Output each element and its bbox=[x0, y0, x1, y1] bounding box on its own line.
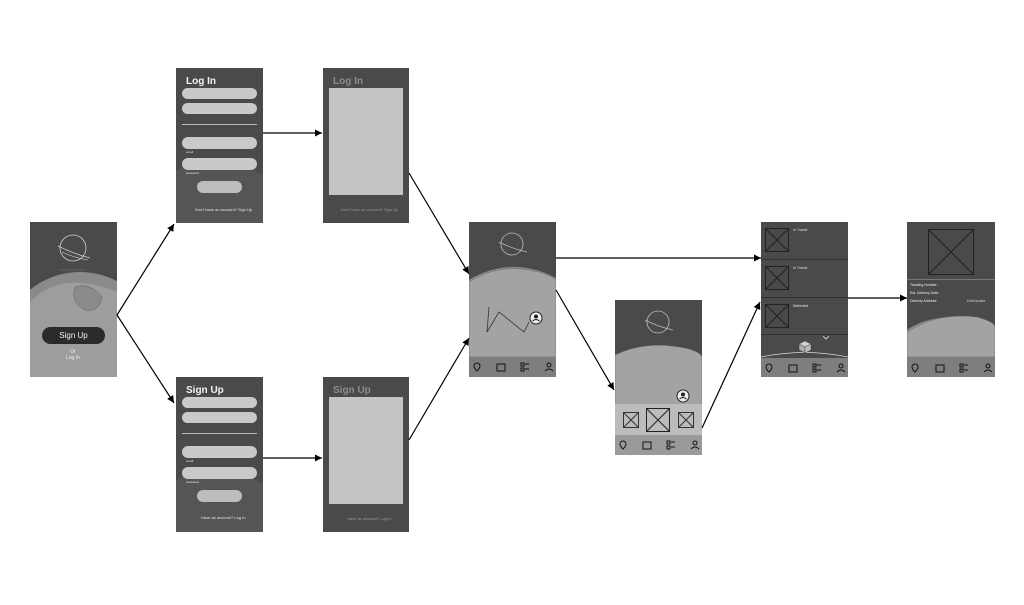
map-screen bbox=[469, 222, 556, 377]
page-title: Sign Up bbox=[333, 385, 371, 396]
package-icon[interactable] bbox=[496, 362, 506, 372]
profile-icon[interactable] bbox=[544, 362, 554, 372]
order-detail-screen: Tracking Number: Est. Delivery Date: Del… bbox=[907, 222, 995, 377]
list-icon[interactable] bbox=[959, 363, 969, 373]
login-field-2[interactable] bbox=[182, 103, 257, 114]
footer-text[interactable]: Don't have an account? Sign Up bbox=[195, 207, 252, 212]
package-icon[interactable] bbox=[642, 440, 652, 450]
profile-icon[interactable] bbox=[836, 363, 846, 373]
image-placeholder-icon bbox=[765, 266, 789, 290]
order-status: In Transit bbox=[793, 228, 808, 232]
password-label: password bbox=[186, 171, 199, 175]
profile-icon[interactable] bbox=[690, 440, 700, 450]
order-card[interactable]: In Transit bbox=[761, 222, 848, 260]
arrow-loginloading-to-map bbox=[408, 172, 470, 275]
arrow-map-to-selected bbox=[555, 289, 615, 391]
image-placeholder-icon[interactable] bbox=[646, 408, 670, 432]
form-divider bbox=[182, 433, 257, 434]
signup-submit-button[interactable] bbox=[197, 490, 242, 502]
signup-button-label: Sign Up bbox=[59, 331, 88, 340]
bottom-nav bbox=[469, 357, 556, 377]
image-placeholder-icon[interactable] bbox=[678, 412, 694, 428]
page-title: Sign Up bbox=[186, 385, 224, 396]
login-loading-screen: Log In Don't have an account? Sign Up bbox=[323, 68, 409, 223]
login-field-1[interactable] bbox=[182, 88, 257, 99]
page-title: Log In bbox=[333, 76, 363, 87]
user-location-icon[interactable] bbox=[529, 311, 543, 327]
page-title: Log In bbox=[186, 76, 216, 87]
signup-field-1[interactable] bbox=[182, 397, 257, 408]
footer-text: Don't have an account? Sign Up bbox=[341, 207, 399, 212]
form-divider bbox=[182, 124, 257, 125]
order-card[interactable]: In Transit bbox=[761, 260, 848, 298]
globe-map bbox=[469, 267, 556, 377]
arrow-selected-to-orders bbox=[701, 301, 761, 429]
loading-overlay bbox=[329, 397, 403, 504]
profile-icon[interactable] bbox=[983, 363, 993, 373]
login-screen: Log In email password Don't have an acco… bbox=[176, 68, 263, 223]
package-icon[interactable] bbox=[788, 363, 798, 373]
arrow-start-to-login bbox=[116, 223, 175, 316]
orders-screen: In Transit In Transit Delivered bbox=[761, 222, 848, 377]
image-placeholder-icon[interactable] bbox=[623, 412, 639, 428]
map-pin-icon[interactable] bbox=[764, 363, 774, 373]
map-pin-icon[interactable] bbox=[910, 363, 920, 373]
map-selected-screen bbox=[615, 300, 702, 455]
box-icon bbox=[761, 340, 848, 358]
signup-button[interactable]: Sign Up bbox=[42, 327, 105, 344]
image-placeholder-icon bbox=[765, 304, 789, 328]
email-label: email bbox=[186, 459, 194, 463]
login-link[interactable]: Log In bbox=[66, 355, 80, 361]
footer-text[interactable]: Have an account? Log In bbox=[201, 515, 245, 520]
signup-loading-screen: Sign Up Have an account? Log In bbox=[323, 377, 409, 532]
globe-map bbox=[907, 315, 995, 377]
bottom-nav bbox=[907, 358, 995, 377]
package-carousel bbox=[615, 404, 702, 435]
image-placeholder-icon bbox=[765, 228, 789, 252]
list-icon[interactable] bbox=[520, 362, 530, 372]
map-pin-icon[interactable] bbox=[618, 440, 628, 450]
order-status: Delivered bbox=[793, 304, 808, 308]
package-icon[interactable] bbox=[935, 363, 945, 373]
loading-overlay bbox=[329, 88, 403, 195]
list-icon[interactable] bbox=[812, 363, 822, 373]
list-icon[interactable] bbox=[666, 440, 676, 450]
start-screen: Sign Up Or Log In bbox=[30, 222, 117, 377]
arrow-signuploading-to-map bbox=[408, 337, 470, 441]
email-field[interactable] bbox=[182, 446, 257, 458]
login-button[interactable] bbox=[197, 181, 242, 193]
signup-field-2[interactable] bbox=[182, 412, 257, 423]
bottom-nav bbox=[615, 435, 702, 455]
signup-screen: Sign Up email password Have an account? … bbox=[176, 377, 263, 532]
arrow-start-to-signup bbox=[116, 314, 175, 404]
bottom-nav bbox=[761, 358, 848, 377]
order-status: In Transit bbox=[793, 266, 808, 270]
map-pin-icon[interactable] bbox=[472, 362, 482, 372]
email-field[interactable] bbox=[182, 137, 257, 149]
order-card[interactable]: Delivered bbox=[761, 298, 848, 335]
password-field[interactable] bbox=[182, 467, 257, 479]
footer-text: Have an account? Log In bbox=[347, 516, 392, 521]
password-field[interactable] bbox=[182, 158, 257, 170]
password-label: password bbox=[186, 480, 199, 484]
user-location-icon[interactable] bbox=[676, 389, 690, 405]
email-label: email bbox=[186, 150, 194, 154]
